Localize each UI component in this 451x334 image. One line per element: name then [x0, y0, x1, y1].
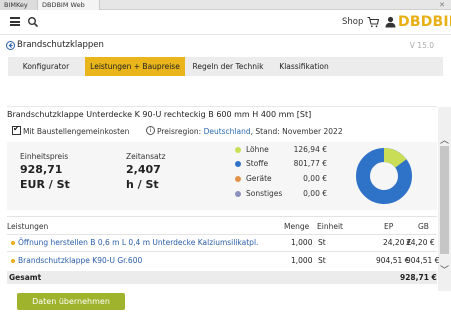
total-label: Gesamt — [9, 273, 42, 282]
price-region: Preisregion: Deutschland, Stand: Novembe… — [157, 127, 343, 136]
product-title: Brandschutzklappe Unterdecke K 90-U rech… — [7, 106, 437, 120]
col-ep: EP — [384, 222, 394, 231]
back-arrow-icon[interactable] — [6, 41, 15, 50]
page-title: Brandschutzklappen — [17, 40, 104, 50]
loehne-value: 126,94 € — [293, 145, 327, 154]
browser-tab-dbdbim[interactable]: DBDBIM Web — [38, 0, 100, 10]
bullet-icon — [11, 259, 15, 263]
version-label: V 15.0 — [409, 41, 434, 50]
divider — [7, 216, 437, 217]
user-icon[interactable] — [385, 16, 396, 28]
geraete-label: Geräte — [246, 174, 272, 183]
page-title-bar: Brandschutzklappen V 15.0 — [0, 36, 451, 56]
row-gb: 904,51 € — [406, 256, 440, 265]
row-einheit: St — [318, 256, 326, 265]
unit-price-label: Einheitspreis — [20, 152, 69, 161]
total-value: 928,71 € — [400, 273, 437, 282]
unit-price-unit: EUR / St — [20, 178, 70, 191]
donut-segment-loehne — [383, 148, 407, 169]
browser-tab-bimkey[interactable]: BIMKey — [0, 0, 38, 10]
time-label: Zeitansatz — [126, 152, 166, 161]
total-row — [7, 271, 437, 284]
bullet-icon — [11, 241, 15, 245]
section-tabs: Konfigurator Leistungen + Baupreise Rege… — [8, 57, 443, 76]
stoffe-label: Stoffe — [246, 159, 269, 168]
tab-leistungen-baupreise[interactable]: Leistungen + Baupreise — [85, 57, 185, 76]
stand-label: , Stand: November 2022 — [250, 127, 343, 136]
dbdbim-logo: DBDBIM — [398, 14, 451, 30]
tab-klassifikation[interactable]: Klassifikation — [272, 57, 336, 76]
shop-link[interactable]: Shop — [342, 17, 363, 27]
checkbox-label: Mit Baustellengemeinkosten — [23, 127, 130, 136]
loehne-label: Löhne — [246, 145, 269, 154]
browser-tab-label: BIMKey — [4, 1, 28, 9]
time-unit: h / St — [126, 178, 159, 191]
sonstiges-value: 0,00 € — [303, 189, 327, 198]
row-gb: 24,20 € — [406, 238, 435, 247]
app-header: Shop DBDBIM — [0, 11, 451, 35]
info-icon[interactable]: i — [146, 126, 155, 135]
stoffe-dot-icon — [235, 161, 241, 167]
close-icon[interactable]: ✕ — [439, 1, 445, 9]
loehne-dot-icon — [235, 147, 241, 153]
col-menge: Menge — [284, 222, 310, 231]
chevron-down-icon[interactable]: ﹀ — [440, 263, 449, 276]
geraete-value: 0,00 € — [303, 174, 327, 183]
unit-price-value: 928,71 — [20, 163, 63, 176]
col-einheit: Einheit — [317, 222, 343, 231]
region-link[interactable]: Deutschland — [204, 127, 251, 136]
daten-uebernehmen-button[interactable]: Daten übernehmen — [17, 293, 125, 310]
divider — [7, 234, 437, 235]
browser-tab-label: DBDBIM Web — [42, 1, 85, 9]
menu-icon[interactable] — [10, 17, 20, 26]
divider — [7, 251, 437, 252]
cart-icon[interactable] — [367, 16, 379, 28]
tab-konfigurator[interactable]: Konfigurator — [10, 57, 82, 76]
chevron-up-icon[interactable]: ︿ — [440, 133, 449, 146]
time-value: 2,407 — [126, 163, 161, 176]
col-gb: GB — [418, 222, 429, 231]
row-ep: 904,51 € — [376, 256, 410, 265]
region-label: Preisregion: — [157, 127, 202, 136]
row-menge: 1,000 — [291, 256, 313, 265]
leistung-link[interactable]: Öffnung herstellen B 0,6 m L 0,4 m Unter… — [18, 238, 258, 247]
cost-breakdown-donut — [356, 148, 412, 204]
baustellengemeinkosten-checkbox[interactable] — [12, 124, 21, 135]
tab-regeln-der-technik[interactable]: Regeln der Technik — [188, 57, 268, 76]
leistung-link[interactable]: Brandschutzklappe K90-U Gr.600 — [18, 256, 142, 265]
row-einheit: St — [318, 238, 326, 247]
search-icon[interactable] — [27, 16, 39, 28]
browser-tab-strip: BIMKey DBDBIM Web ✕ — [0, 0, 451, 10]
sonstiges-dot-icon — [235, 191, 241, 197]
stoffe-value: 801,77 € — [293, 159, 327, 168]
row-menge: 1,000 — [291, 238, 313, 247]
geraete-dot-icon — [235, 176, 241, 182]
col-leistungen: Leistungen — [7, 222, 49, 231]
scrollbar-thumb[interactable] — [440, 146, 449, 254]
